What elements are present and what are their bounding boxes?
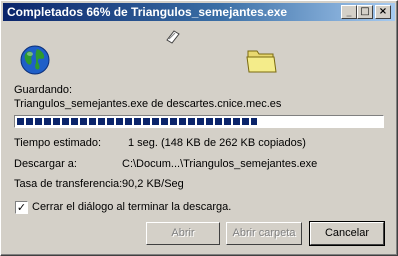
saving-value: Triangulos_semejantes.exe de descartes.c…: [14, 98, 282, 110]
rate-label: Tasa de transferencia:: [14, 178, 123, 190]
rate-value: 90,2 KB/Seg: [122, 178, 184, 190]
window-title: Completados 66% de Triangulos_semejantes…: [7, 5, 288, 19]
open-button[interactable]: Abrir: [146, 222, 220, 245]
saving-label: Guardando:: [14, 84, 73, 96]
open-folder-button[interactable]: Abrir carpeta: [226, 222, 302, 245]
time-label: Tiempo estimado:: [14, 137, 102, 149]
progress-fill: [17, 118, 257, 125]
cancel-button[interactable]: Cancelar: [309, 221, 385, 246]
close-on-finish-label[interactable]: Cerrar el diálogo al terminar la descarg…: [32, 201, 231, 213]
title-bar[interactable]: Completados 66% de Triangulos_semejantes…: [3, 3, 395, 21]
download-dialog: Completados 66% de Triangulos_semejantes…: [0, 0, 398, 256]
download-progress-bar: [14, 115, 384, 128]
folder-icon: [246, 50, 277, 73]
close-button[interactable]: ×: [375, 5, 391, 19]
close-on-finish-checkbox[interactable]: ✓: [15, 201, 28, 214]
flying-paper-icon: [166, 30, 180, 44]
globe-icon: [20, 45, 50, 75]
maximize-button[interactable]: □: [357, 5, 373, 19]
minimize-button[interactable]: _: [341, 5, 357, 19]
download-to-value: C:\Docum...\Triangulos_semejantes.exe: [122, 158, 318, 170]
download-to-label: Descargar a:: [14, 158, 77, 170]
time-value: 1 seg. (148 KB de 262 KB copiados): [128, 137, 306, 149]
